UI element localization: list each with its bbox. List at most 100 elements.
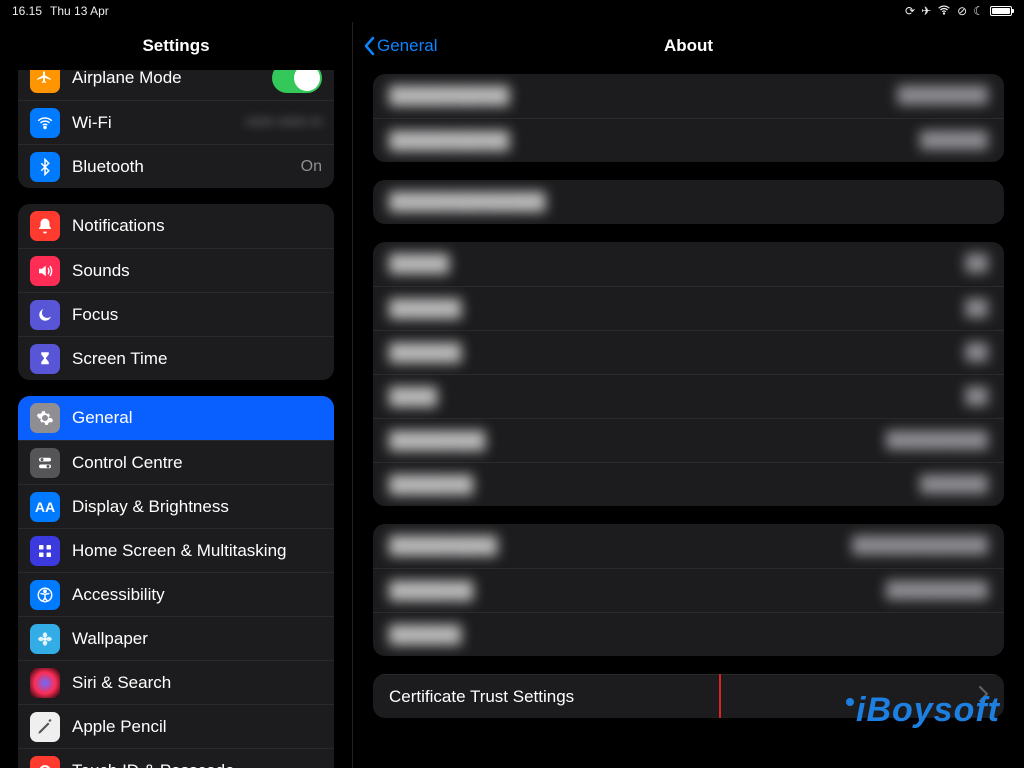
sidebar-group-general: General Control Centre AA Display & Brig…: [18, 396, 334, 768]
speaker-icon: [30, 256, 60, 286]
about-row-label: ████████: [389, 431, 886, 451]
sidebar-item-focus[interactable]: Focus: [18, 292, 334, 336]
gear-icon: [30, 403, 60, 433]
airplane-icon: ✈︎: [921, 4, 931, 18]
about-row-value: ██████: [920, 132, 988, 150]
airplane-toggle[interactable]: [272, 70, 322, 93]
sidebar-group-attention: Notifications Sounds Focus: [18, 204, 334, 380]
sidebar-item-wifi[interactable]: Wi-Fi ••••• ••••• ••: [18, 100, 334, 144]
about-row[interactable]: █████████████: [373, 180, 1004, 224]
bluetooth-value: On: [301, 158, 322, 176]
back-label: General: [377, 36, 437, 56]
sidebar-item-siri[interactable]: Siri & Search: [18, 660, 334, 704]
about-row[interactable]: ████████████████: [373, 568, 1004, 612]
about-row-label: █████: [389, 254, 965, 274]
about-row-label: █████████: [389, 536, 852, 556]
sidebar-item-airplane[interactable]: Airplane Mode: [18, 70, 334, 100]
flower-icon: [30, 624, 60, 654]
moon-icon: [30, 300, 60, 330]
wifi-value: ••••• ••••• ••: [246, 114, 322, 132]
about-row-value: ██: [965, 388, 988, 406]
sidebar-item-label: Airplane Mode: [72, 70, 272, 88]
toggles-icon: [30, 448, 60, 478]
about-row[interactable]: ████████: [373, 330, 1004, 374]
bluetooth-icon: [30, 152, 60, 182]
sidebar-item-label: Notifications: [72, 216, 322, 236]
about-row[interactable]: ██████: [373, 374, 1004, 418]
about-row-value: ██████: [920, 476, 988, 494]
about-row[interactable]: ██████: [373, 612, 1004, 656]
about-group-3: ███████ ████████ ████████ ██████ ███████…: [373, 242, 1004, 506]
detail-pane: General About ██████████ ████████ ██████…: [352, 22, 1024, 768]
about-row[interactable]: ███████: [373, 242, 1004, 286]
sidebar-item-display[interactable]: AA Display & Brightness: [18, 484, 334, 528]
sidebar-item-label: Wi-Fi: [72, 113, 238, 133]
sidebar-item-wallpaper[interactable]: Wallpaper: [18, 616, 334, 660]
about-row-value: █████████: [886, 582, 988, 600]
chevron-left-icon: [363, 36, 375, 56]
about-row-value: █████████: [886, 432, 988, 450]
about-group-1: ██████████ ████████ ██████████ ██████: [373, 74, 1004, 162]
sidebar-item-label: Control Centre: [72, 453, 322, 473]
settings-sidebar: Settings Airplane Mode: [0, 22, 352, 768]
detail-title: About: [353, 36, 1024, 56]
sidebar-item-accessibility[interactable]: Accessibility: [18, 572, 334, 616]
airplane-mode-icon: [30, 70, 60, 93]
sidebar-item-label: Apple Pencil: [72, 717, 322, 737]
sidebar-item-label: Accessibility: [72, 585, 322, 605]
sidebar-item-control-centre[interactable]: Control Centre: [18, 440, 334, 484]
sidebar-item-screentime[interactable]: Screen Time: [18, 336, 334, 380]
grid-icon: [30, 536, 60, 566]
sidebar-item-label: Bluetooth: [72, 157, 293, 177]
text-size-icon: AA: [30, 492, 60, 522]
about-group-2: █████████████: [373, 180, 1004, 224]
dnd-moon-icon: ☾: [973, 4, 984, 18]
sidebar-item-home-multitask[interactable]: Home Screen & Multitasking: [18, 528, 334, 572]
back-button[interactable]: General: [363, 36, 437, 56]
about-row-label: ████: [389, 387, 965, 407]
certificate-trust-settings-row[interactable]: Certificate Trust Settings: [373, 674, 1004, 718]
about-group-4: █████████████████████ ████████████████ █…: [373, 524, 1004, 656]
status-time: 16.15: [12, 4, 42, 18]
sidebar-item-sounds[interactable]: Sounds: [18, 248, 334, 292]
status-date: Thu 13 Apr: [50, 4, 109, 18]
chevron-right-icon: [979, 686, 988, 707]
about-row-value: ████████████: [852, 537, 988, 555]
about-row[interactable]: █████████████████: [373, 418, 1004, 462]
sidebar-item-pencil[interactable]: Apple Pencil: [18, 704, 334, 748]
sidebar-item-label: Screen Time: [72, 349, 322, 369]
about-row[interactable]: ██████████ ██████: [373, 118, 1004, 162]
sidebar-item-bluetooth[interactable]: Bluetooth On: [18, 144, 334, 188]
sidebar-item-general[interactable]: General: [18, 396, 334, 440]
sidebar-item-label: Focus: [72, 305, 322, 325]
about-row-label: ██████: [389, 299, 965, 319]
battery-icon: [990, 6, 1012, 16]
about-row-label: ███████: [389, 475, 920, 495]
about-row-value: ██: [965, 344, 988, 362]
wifi-icon: [30, 108, 60, 138]
sidebar-item-label: Sounds: [72, 261, 322, 281]
about-row-label: █████████████: [389, 192, 988, 212]
about-row-label: ██████: [389, 343, 965, 363]
sidebar-item-notifications[interactable]: Notifications: [18, 204, 334, 248]
about-row[interactable]: ████████: [373, 286, 1004, 330]
cert-label: Certificate Trust Settings: [389, 687, 971, 707]
orientation-lock-icon: ⊘: [957, 4, 967, 18]
about-row[interactable]: █████████████: [373, 462, 1004, 506]
sidebar-item-label: Display & Brightness: [72, 497, 322, 517]
sidebar-group-connectivity: Airplane Mode Wi-Fi ••••• ••••• ••: [18, 70, 334, 188]
about-row-label: ██████: [389, 625, 988, 645]
about-row[interactable]: █████████████████████: [373, 524, 1004, 568]
wifi-icon: [937, 3, 951, 20]
sync-icon: ⟳: [905, 4, 915, 18]
status-bar: 16.15 Thu 13 Apr ⟳ ✈︎ ⊘ ☾: [0, 0, 1024, 22]
about-row-value: ██: [965, 300, 988, 318]
siri-icon: [30, 668, 60, 698]
sidebar-item-touchid[interactable]: Touch ID & Passcode: [18, 748, 334, 768]
about-row-value: ████████: [897, 87, 988, 105]
bell-icon: [30, 211, 60, 241]
about-row[interactable]: ██████████ ████████: [373, 74, 1004, 118]
sidebar-title: Settings: [0, 22, 352, 70]
about-row-label: ██████████: [389, 131, 920, 151]
fingerprint-icon: [30, 756, 60, 768]
